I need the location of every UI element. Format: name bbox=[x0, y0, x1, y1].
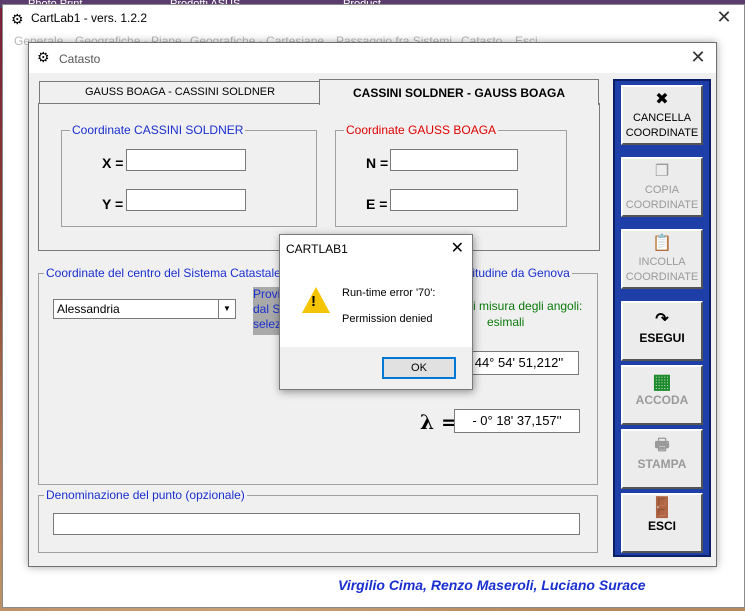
y-label: Y = bbox=[102, 196, 124, 212]
close-icon[interactable]: ✕ bbox=[688, 47, 708, 68]
incolla-label: INCOLLA COORDINATE bbox=[625, 256, 699, 283]
esci-label: ESCI bbox=[647, 519, 676, 533]
warning-icon bbox=[302, 287, 330, 313]
tab-cassini-to-gauss[interactable]: CASSINI SOLDNER - GAUSS BOAGA bbox=[319, 79, 599, 105]
point-name-input[interactable] bbox=[53, 513, 580, 535]
redo-icon: ↷ bbox=[655, 311, 669, 328]
gauss-group: Coordinate GAUSS BOAGA N = E = bbox=[335, 123, 567, 227]
gear-icon: ⚙ bbox=[11, 11, 24, 27]
dialog-title: CARTLAB1 bbox=[286, 242, 348, 256]
copia-button[interactable]: ❐ COPIA COORDINATE bbox=[621, 157, 703, 217]
lambda-value[interactable]: - 0° 18' 37,157'' bbox=[454, 409, 580, 433]
x-icon: ✖ bbox=[655, 91, 669, 108]
copy-icon: ❐ bbox=[654, 163, 670, 180]
copia-label: COPIA COORDINATE bbox=[625, 184, 699, 211]
gauss-group-label: Coordinate GAUSS BOAGA bbox=[344, 123, 499, 137]
e-input[interactable] bbox=[390, 189, 518, 211]
incolla-button[interactable]: 📋 INCOLLA COORDINATE bbox=[621, 229, 703, 289]
province-select-value: Alessandria bbox=[57, 302, 120, 316]
stampa-label: STAMPA bbox=[637, 457, 687, 471]
cancella-button[interactable]: ✖ CANCELLA COORDINATE bbox=[621, 85, 703, 145]
n-input[interactable] bbox=[390, 149, 518, 171]
angles-message: i misura degli angoli: esimali bbox=[473, 298, 582, 330]
tab-panel: Coordinate CASSINI SOLDNER X = Y = Coord… bbox=[38, 103, 600, 251]
catasto-title-bar: ⚙ Catasto ✕ bbox=[29, 43, 716, 73]
main-title-bar: ⚙ CartLab1 - vers. 1.2.2 ✕ bbox=[3, 5, 744, 31]
center-group-label-tail: ngitudine da Genova bbox=[457, 266, 572, 280]
y-input[interactable] bbox=[126, 189, 246, 211]
center-group-label: Coordinate del centro del Sistema Catast… bbox=[44, 266, 283, 280]
x-input[interactable] bbox=[126, 149, 246, 171]
dialog-message-2: Permission denied bbox=[342, 313, 433, 325]
warning-icon-mark: ! bbox=[311, 293, 316, 310]
cancella-label: CANCELLA COORDINATE bbox=[625, 112, 699, 139]
esegui-label: ESEGUI bbox=[639, 331, 685, 345]
main-window-title: CartLab1 - vers. 1.2.2 bbox=[31, 11, 148, 25]
province-select[interactable]: Alessandria ▼ bbox=[53, 299, 236, 319]
angles-message-line2: esimali bbox=[487, 315, 525, 329]
x-label: X = bbox=[102, 155, 124, 171]
printer-icon: 🖶 bbox=[654, 437, 670, 454]
stampa-button[interactable]: 🖶 STAMPA bbox=[621, 429, 703, 489]
cassini-group-label: Coordinate CASSINI SOLDNER bbox=[70, 123, 246, 137]
angles-message-line1: i misura degli angoli: bbox=[473, 299, 583, 313]
tab-gauss-to-cassini[interactable]: GAUSS BOAGA - CASSINI SOLDNER bbox=[39, 81, 321, 104]
chevron-down-icon[interactable]: ▼ bbox=[218, 300, 235, 318]
e-label: E = bbox=[366, 196, 388, 212]
phi-value[interactable]: 44° 54' 51,212'' bbox=[459, 351, 579, 375]
esegui-button[interactable]: ↷ ESEGUI bbox=[621, 301, 703, 361]
dialog-message-1: Run-time error '70': bbox=[342, 287, 436, 299]
credits-text: Virgilio Cima, Renzo Maseroli, Luciano S… bbox=[338, 577, 646, 593]
error-dialog: CARTLAB1 ✕ ! Run-time error '70': Permis… bbox=[279, 234, 473, 390]
cassini-group: Coordinate CASSINI SOLDNER X = Y = bbox=[61, 123, 317, 227]
action-panel: ✖ CANCELLA COORDINATE ❐ COPIA COORDINATE… bbox=[613, 79, 711, 557]
paste-icon: 📋 bbox=[652, 235, 672, 252]
accoda-label: ACCODA bbox=[635, 393, 689, 407]
spreadsheet-icon: ▦ bbox=[652, 371, 672, 393]
close-icon[interactable]: ✕ bbox=[714, 7, 734, 28]
ok-button[interactable]: OK bbox=[382, 357, 456, 379]
esci-button[interactable]: 🚪 ESCI bbox=[621, 493, 703, 553]
dialog-body: ! Run-time error '70': Permission denied bbox=[280, 267, 472, 347]
accoda-button[interactable]: ▦ ACCODA bbox=[621, 365, 703, 425]
point-name-label: Denominazione del punto (opzionale) bbox=[44, 488, 247, 502]
close-icon[interactable]: ✕ bbox=[451, 238, 464, 258]
lambda-label: λ = bbox=[420, 410, 458, 434]
catasto-window-title: Catasto bbox=[59, 52, 101, 66]
n-label: N = bbox=[366, 155, 389, 171]
exit-door-icon: 🚪 bbox=[649, 497, 675, 519]
gear-icon: ⚙ bbox=[37, 49, 50, 65]
dialog-footer: OK bbox=[280, 347, 472, 389]
